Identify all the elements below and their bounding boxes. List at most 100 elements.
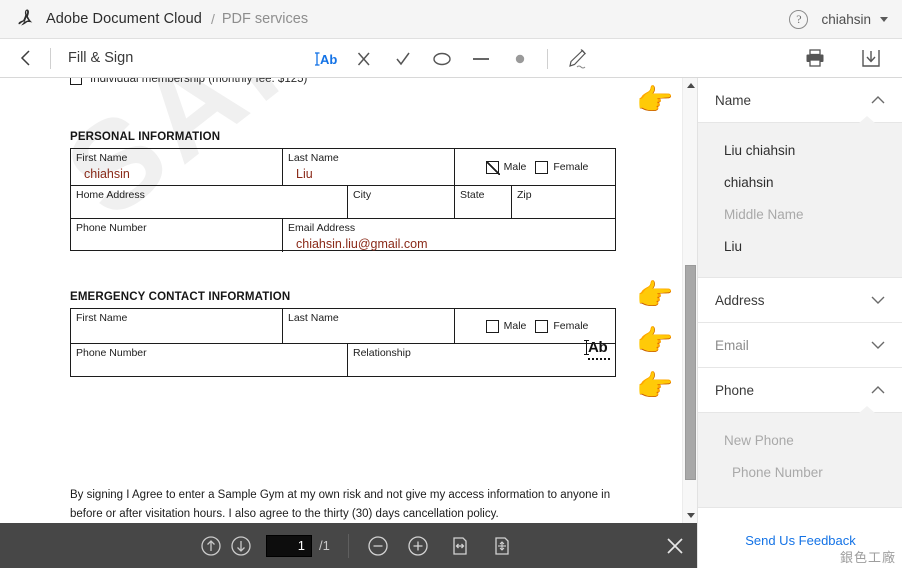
- list-item[interactable]: chiahsin: [698, 167, 902, 199]
- page-navigation-bar: 1 /1: [0, 523, 697, 568]
- cross-mark-tool-button[interactable]: [344, 39, 383, 78]
- ec-male-checkbox[interactable]: [485, 319, 499, 333]
- page-total-label: /1: [319, 538, 330, 553]
- line-tool-button[interactable]: [461, 39, 500, 78]
- top-bar-right: ? chiahsin: [789, 9, 888, 29]
- male-option[interactable]: Male: [485, 160, 526, 175]
- home-address-label: Home Address: [76, 189, 145, 201]
- fit-width-icon[interactable]: [445, 531, 475, 561]
- scrollbar-thumb[interactable]: [685, 265, 696, 480]
- female-option[interactable]: Female: [535, 160, 588, 174]
- chevron-down-icon[interactable]: [880, 16, 888, 22]
- sidebar-section-phone-body: New Phone Phone Number: [698, 406, 902, 508]
- pointing-hand-icon: 👉: [636, 279, 674, 312]
- tools-divider: [547, 48, 548, 69]
- sign-pen-icon[interactable]: [556, 39, 595, 78]
- toolbar-right: [800, 43, 886, 73]
- ec-male-label: Male: [503, 320, 527, 332]
- sidebar-section-email[interactable]: Email: [698, 323, 902, 368]
- table-row: First Name Last Name Male Female: [71, 309, 615, 344]
- ec-relationship-cell[interactable]: Relationship: [348, 344, 614, 376]
- chevron-down-icon[interactable]: [870, 295, 886, 305]
- city-value: [353, 202, 454, 203]
- ec-last-name-value: [288, 325, 454, 326]
- state-label: State: [460, 189, 485, 201]
- ec-first-name-cell[interactable]: First Name: [71, 309, 283, 343]
- sidebar-section-email-label: Email: [715, 337, 749, 353]
- document-scrollbar[interactable]: [682, 78, 697, 523]
- chevron-up-icon[interactable]: [870, 95, 886, 105]
- triangle-up-icon: [686, 83, 695, 88]
- ec-last-name-cell[interactable]: Last Name: [283, 309, 455, 343]
- membership-checkbox[interactable]: [70, 78, 82, 85]
- user-menu-label[interactable]: chiahsin: [821, 12, 871, 27]
- city-cell[interactable]: City: [348, 186, 455, 218]
- page-number-input[interactable]: 1: [266, 534, 312, 557]
- female-checkbox[interactable]: [535, 160, 549, 174]
- ec-female-checkbox[interactable]: [535, 319, 549, 333]
- sidebar-section-address[interactable]: Address: [698, 278, 902, 323]
- close-icon[interactable]: [652, 523, 697, 568]
- gender-cell: Male Female: [455, 149, 614, 185]
- membership-option-label: Individual membership (monthly fee: $125…: [90, 78, 308, 85]
- fit-page-icon[interactable]: [487, 531, 517, 561]
- personal-information-table: First Name chiahsin Last Name Liu Male F…: [70, 148, 616, 252]
- ec-phone-label: Phone Number: [76, 347, 147, 359]
- minus-circle-icon[interactable]: [363, 531, 393, 561]
- list-item[interactable]: Liu: [698, 231, 902, 263]
- phone-number-cell[interactable]: Phone Number: [71, 219, 283, 252]
- autofill-sidebar: Name Liu chiahsin chiahsin Middle Name L…: [697, 78, 902, 568]
- ec-first-name-label: First Name: [76, 312, 128, 324]
- fill-and-sign-app: Adobe Document Cloud / PDF services ? ch…: [0, 0, 902, 568]
- city-label: City: [353, 189, 372, 201]
- list-item[interactable]: Middle Name: [698, 199, 902, 231]
- circle-tool-button[interactable]: [422, 39, 461, 78]
- page-nav-group: 1 /1: [196, 531, 517, 561]
- download-icon[interactable]: [856, 43, 886, 73]
- list-item[interactable]: New Phone: [698, 425, 902, 457]
- sidebar-section-name-body: Liu chiahsin chiahsin Middle Name Liu: [698, 116, 902, 278]
- last-name-value: Liu: [296, 167, 313, 181]
- last-name-label: Last Name: [288, 152, 339, 164]
- first-name-cell[interactable]: First Name chiahsin: [71, 149, 283, 185]
- question-mark-icon[interactable]: ?: [789, 9, 809, 29]
- toolbar-divider: [50, 47, 51, 69]
- home-address-cell[interactable]: Home Address: [71, 186, 348, 218]
- ec-female-option[interactable]: Female: [535, 319, 588, 333]
- document-viewport[interactable]: SAMPLE Individual membership (monthly fe…: [0, 78, 697, 523]
- list-item[interactable]: Liu chiahsin: [698, 135, 902, 167]
- email-address-cell[interactable]: Email Address chiahsin.liu@gmail.com: [283, 219, 614, 252]
- site-watermark: 銀色工廠: [839, 551, 896, 566]
- breadcrumb-separator: /: [210, 11, 215, 27]
- svg-text:Ab: Ab: [320, 52, 337, 67]
- male-checkbox[interactable]: [485, 160, 500, 175]
- zip-cell[interactable]: Zip: [512, 186, 614, 218]
- tool-title: Fill & Sign: [68, 50, 134, 66]
- state-cell[interactable]: State: [455, 186, 512, 218]
- ec-male-option[interactable]: Male: [485, 319, 527, 333]
- breadcrumb-pdf-services[interactable]: PDF services: [222, 11, 308, 27]
- last-name-cell[interactable]: Last Name Liu: [283, 149, 455, 185]
- check-mark-tool-button[interactable]: [383, 39, 422, 78]
- ec-phone-cell[interactable]: Phone Number: [71, 344, 348, 376]
- list-item[interactable]: Phone Number: [698, 457, 902, 489]
- arrow-down-circle-icon[interactable]: [226, 531, 256, 561]
- chevron-down-icon[interactable]: [870, 340, 886, 350]
- send-feedback-link[interactable]: Send Us Feedback: [698, 533, 902, 548]
- scroll-down-button[interactable]: [683, 508, 698, 523]
- chevron-up-icon[interactable]: [870, 385, 886, 395]
- arrow-up-circle-icon[interactable]: [196, 531, 226, 561]
- add-text-tool-button[interactable]: Ab: [305, 39, 344, 78]
- plus-circle-icon[interactable]: [403, 531, 433, 561]
- scroll-up-button[interactable]: [683, 78, 698, 93]
- triangle-down-icon: [686, 513, 695, 518]
- printer-icon[interactable]: [800, 43, 830, 73]
- emergency-contact-heading: EMERGENCY CONTACT INFORMATION: [70, 291, 291, 303]
- ec-gender-cell: Male Female: [455, 309, 614, 343]
- home-address-value: [76, 202, 347, 203]
- dot-tool-button[interactable]: [500, 39, 539, 78]
- ec-relationship-label: Relationship: [353, 347, 411, 359]
- chevron-left-icon[interactable]: [14, 46, 38, 70]
- fill-sign-toolbar: Fill & Sign Ab: [0, 39, 902, 78]
- personal-information-heading: PERSONAL INFORMATION: [70, 131, 221, 143]
